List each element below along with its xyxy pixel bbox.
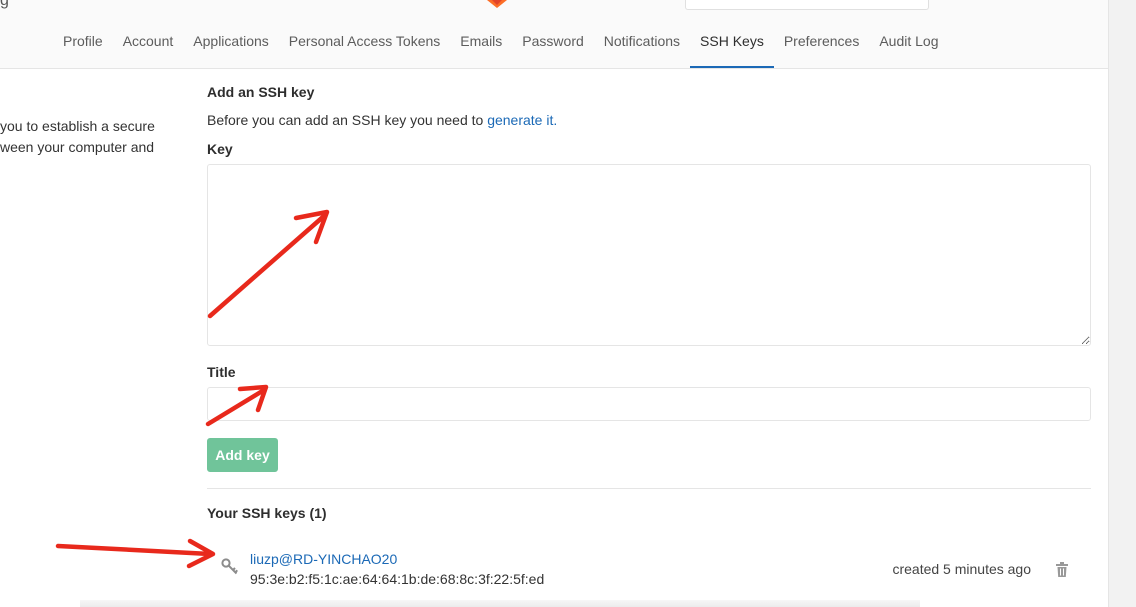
ssh-key-created-time: created 5 minutes ago: [892, 561, 1031, 577]
ssh-description-line-2: ween your computer and: [0, 139, 155, 155]
tab-account[interactable]: Account: [113, 22, 184, 68]
trash-icon[interactable]: [1055, 562, 1069, 578]
ssh-key-fingerprint: 95:3e:b2:f5:1c:ae:64:64:1b:de:68:8c:3f:2…: [250, 571, 545, 587]
top-header: g Profile Account Applications Personal …: [0, 0, 1108, 69]
key-label: Key: [207, 141, 233, 157]
ssh-key-list-item: liuzp@RD-YINCHAO20 95:3e:b2:f5:1c:ae:64:…: [207, 548, 1091, 598]
search-input[interactable]: [685, 0, 929, 10]
intro-text-content: Before you can add an SSH key you need t…: [207, 112, 488, 128]
brand-text-fragment: g: [0, 0, 9, 9]
title-label: Title: [207, 364, 236, 380]
settings-nav-tabs: Profile Account Applications Personal Ac…: [53, 22, 949, 68]
intro-text: Before you can add an SSH key you need t…: [207, 112, 1091, 128]
add-ssh-key-form: Add an SSH key Before you can add an SSH…: [207, 82, 1091, 521]
add-key-button[interactable]: Add key: [207, 438, 278, 472]
tab-password[interactable]: Password: [512, 22, 593, 68]
ssh-description-line-1: you to establish a secure: [0, 118, 155, 134]
tab-emails[interactable]: Emails: [450, 22, 512, 68]
ssh-key-title-link[interactable]: liuzp@RD-YINCHAO20: [250, 551, 397, 567]
gitlab-logo-icon[interactable]: [485, 0, 509, 8]
tab-preferences[interactable]: Preferences: [774, 22, 869, 68]
bottom-shadow: [80, 600, 920, 607]
tab-profile[interactable]: Profile: [53, 22, 113, 68]
key-icon: [221, 558, 239, 575]
ssh-description: you to establish a secure ween your comp…: [0, 116, 155, 158]
tab-applications[interactable]: Applications: [183, 22, 279, 68]
section-divider: [207, 488, 1091, 489]
page-scroll-edge: [1108, 0, 1136, 607]
key-textarea[interactable]: [207, 164, 1091, 346]
tab-audit-log[interactable]: Audit Log: [869, 22, 948, 68]
add-ssh-key-heading: Add an SSH key: [207, 84, 315, 100]
tab-notifications[interactable]: Notifications: [594, 22, 690, 68]
title-input[interactable]: [207, 387, 1091, 421]
your-ssh-keys-heading: Your SSH keys (1): [207, 505, 327, 521]
generate-it-link[interactable]: generate it.: [487, 112, 557, 128]
annotation-arrow-ssh-key: [55, 538, 216, 569]
tab-personal-access-tokens[interactable]: Personal Access Tokens: [279, 22, 451, 68]
tab-ssh-keys[interactable]: SSH Keys: [690, 22, 774, 68]
